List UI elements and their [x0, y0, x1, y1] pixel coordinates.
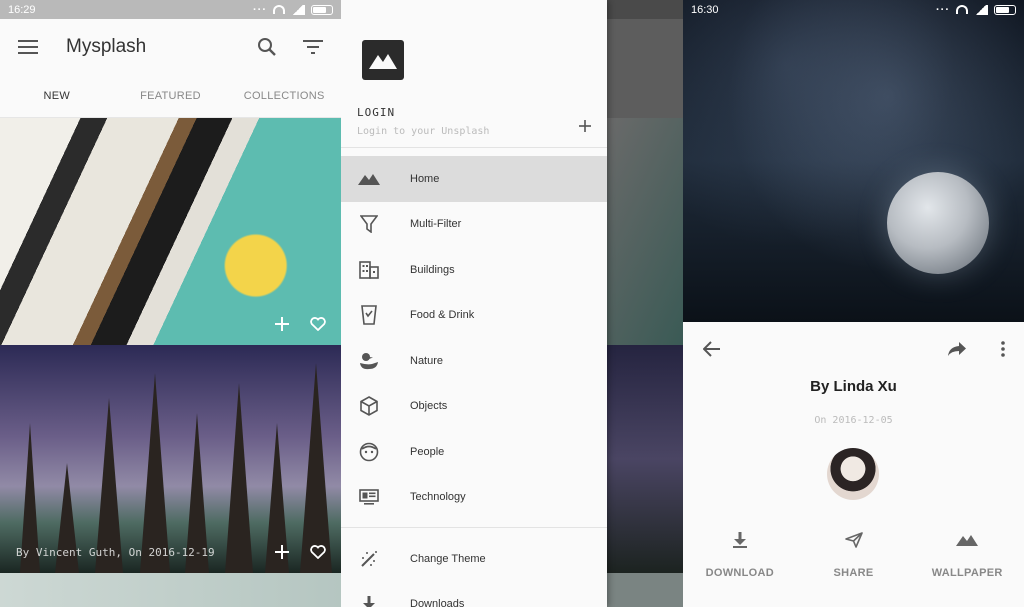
drawer-item-label: Change Theme — [410, 553, 486, 565]
share-arrow-icon[interactable] — [945, 337, 969, 361]
download-button[interactable]: DOWNLOAD — [683, 528, 797, 579]
drawer-item-label: Buildings — [410, 264, 455, 276]
status-icons: ··· — [936, 4, 1016, 16]
drawer-divider — [341, 527, 607, 528]
mountain-icon — [357, 167, 381, 191]
drawer-item-buildings[interactable]: Buildings — [341, 247, 607, 293]
more-vertical-icon[interactable] — [991, 337, 1015, 361]
download-icon — [728, 528, 752, 552]
photo-caption: By Vincent Guth, On 2016-12-19 — [16, 546, 215, 559]
drawer-item-label: Technology — [410, 491, 466, 503]
status-bar: 16:29 ··· — [0, 0, 341, 19]
status-dots-icon: ··· — [253, 3, 267, 16]
filter-funnel-icon — [357, 212, 381, 236]
battery-icon — [311, 4, 333, 15]
photo-author[interactable]: By Linda Xu — [683, 378, 1024, 395]
navigation-drawer: LOGIN Login to your Unsplash Home Multi-… — [341, 0, 607, 607]
app-bar: Mysplash — [0, 19, 341, 74]
status-icons: ··· — [253, 4, 333, 16]
like-heart-icon[interactable] — [309, 315, 327, 333]
photo-detail-panel: By Linda Xu On 2016-12-05 DOWNLOAD SHARE — [683, 322, 1024, 607]
status-bar — [341, 0, 607, 19]
login-subtitle[interactable]: Login to your Unsplash — [357, 126, 489, 137]
status-dots-icon: ··· — [936, 3, 950, 16]
drawer-item-label: Objects — [410, 400, 448, 412]
unsplash-logo-icon — [362, 40, 404, 80]
avatar[interactable] — [827, 448, 879, 500]
download-icon — [357, 592, 381, 607]
duck-icon — [357, 349, 381, 373]
drawer-item-label: People — [410, 446, 445, 458]
photo-card-poster[interactable] — [0, 118, 341, 345]
drawer-item-change-theme[interactable]: Change Theme — [341, 536, 607, 582]
drawer-divider — [341, 147, 607, 148]
back-arrow-icon[interactable] — [700, 337, 724, 361]
battery-icon — [994, 4, 1016, 15]
add-account-icon[interactable] — [573, 114, 597, 138]
drawer-item-label: Downloads — [410, 598, 465, 607]
photo-actions — [273, 543, 327, 561]
tab-collections[interactable]: COLLECTIONS — [227, 74, 341, 117]
send-icon — [842, 528, 866, 552]
drawer-item-label: Multi-Filter — [410, 218, 462, 230]
wallpaper-button[interactable]: WALLPAPER — [910, 528, 1024, 579]
status-time: 16:30 — [691, 3, 719, 16]
photo-list-screen: 16:29 ··· Mysplash NEW FEATURED COLLECTI… — [0, 0, 341, 607]
mountain-icon — [955, 528, 979, 552]
cube-icon — [357, 394, 381, 418]
menu-hamburger-icon[interactable] — [16, 35, 40, 59]
dimmed-content[interactable] — [607, 0, 683, 607]
drawer-item-home[interactable]: Home — [341, 156, 607, 202]
app-title: Mysplash — [66, 35, 147, 57]
drawer-item-food-drink[interactable]: Food & Drink — [341, 292, 607, 338]
wallpaper-label: WALLPAPER — [931, 567, 1003, 579]
drawer-item-label: Home — [410, 173, 440, 185]
drawer-item-label: Nature — [410, 355, 444, 367]
moon-photo[interactable] — [683, 0, 1024, 322]
monitor-icon — [357, 485, 381, 509]
share-button[interactable]: SHARE — [797, 528, 911, 579]
wifi-icon — [273, 5, 285, 14]
search-icon[interactable] — [255, 35, 279, 59]
like-heart-icon[interactable] — [309, 543, 327, 561]
forest-image — [0, 345, 341, 573]
signal-icon — [291, 4, 305, 15]
cup-icon — [357, 303, 381, 327]
building-icon — [357, 258, 381, 282]
status-bar: 16:30 ··· — [683, 0, 1024, 19]
drawer-item-technology[interactable]: Technology — [341, 474, 607, 520]
theme-wand-icon — [357, 547, 381, 571]
detail-actions: DOWNLOAD SHARE WALLPAPER — [683, 528, 1024, 579]
share-label: SHARE — [833, 567, 874, 579]
photo-card-forest[interactable]: By Vincent Guth, On 2016-12-19 — [0, 345, 341, 573]
drawer-item-multi-filter[interactable]: Multi-Filter — [341, 201, 607, 247]
status-time: 16:29 — [8, 3, 36, 16]
tab-new[interactable]: NEW — [0, 74, 114, 117]
drawer-item-objects[interactable]: Objects — [341, 383, 607, 429]
signal-icon — [974, 4, 988, 15]
drawer-item-nature[interactable]: Nature — [341, 338, 607, 384]
filter-icon[interactable] — [301, 35, 325, 59]
moon-image — [887, 172, 989, 274]
tab-bar: NEW FEATURED COLLECTIONS — [0, 74, 341, 118]
photo-card-next[interactable] — [0, 573, 341, 607]
photo-actions — [273, 315, 327, 333]
drawer-item-people[interactable]: People — [341, 429, 607, 475]
photo-date: On 2016-12-05 — [814, 415, 893, 426]
download-label: DOWNLOAD — [705, 567, 775, 579]
add-to-collection-icon[interactable] — [273, 543, 291, 561]
face-icon — [357, 440, 381, 464]
drawer-item-downloads[interactable]: Downloads — [341, 581, 607, 607]
wifi-icon — [956, 5, 968, 14]
detail-toolbar — [683, 322, 1024, 376]
tab-featured[interactable]: FEATURED — [114, 74, 228, 117]
photo-detail-screen: 16:30 ··· By Linda Xu On 2016-12-05 DOWN… — [683, 0, 1024, 607]
navigation-drawer-screen: LOGIN Login to your Unsplash Home Multi-… — [341, 0, 683, 607]
drawer-item-label: Food & Drink — [410, 309, 475, 321]
add-to-collection-icon[interactable] — [273, 315, 291, 333]
login-label[interactable]: LOGIN — [357, 106, 395, 119]
